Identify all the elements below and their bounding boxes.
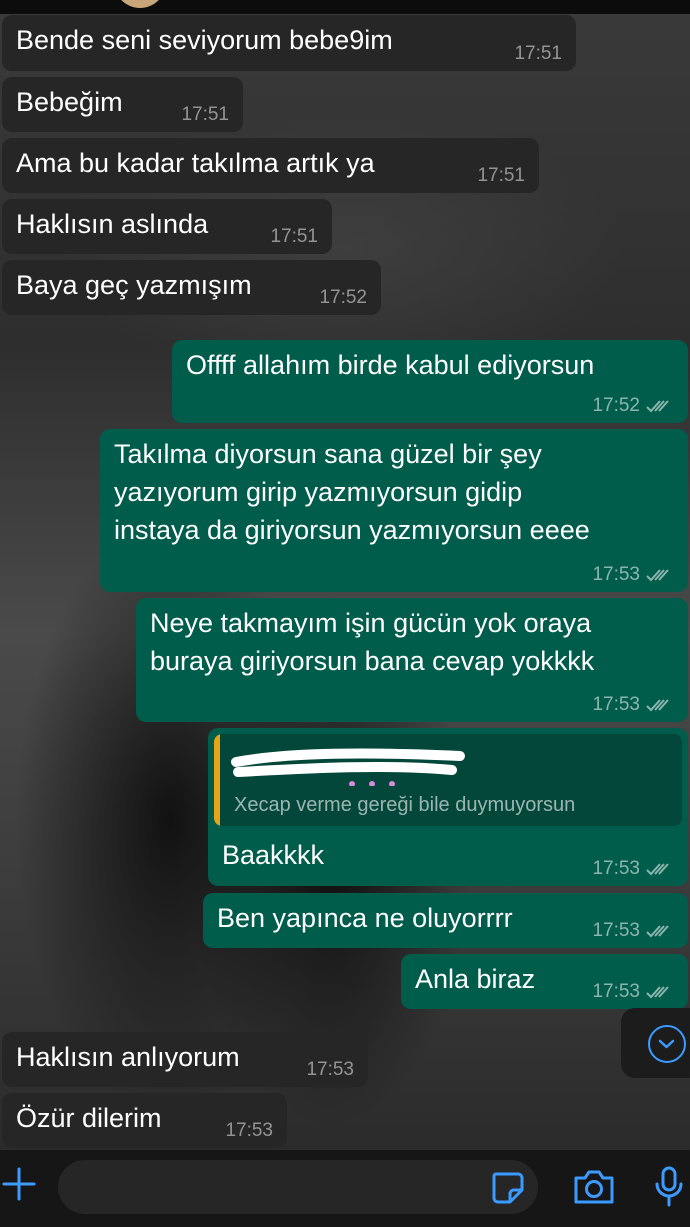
message-time: 17:52 — [592, 395, 640, 416]
message-text: Takılma diyorsun sana güzel bir şey yazı… — [114, 439, 590, 545]
message-time: 17:53 — [225, 1120, 273, 1141]
scroll-to-bottom-button[interactable] — [621, 1008, 690, 1078]
message-time: 17:53 — [592, 858, 640, 879]
double-check-icon — [646, 400, 669, 413]
message-text: Ama bu kadar takılma artık ya — [16, 148, 375, 178]
double-check-icon — [646, 569, 669, 582]
quoted-text: Xecap verme gereği bile duymuyorsun — [234, 794, 576, 816]
message-bubble-outgoing[interactable]: Takılma diyorsun sana güzel bir şey yazı… — [100, 429, 688, 592]
message-time: 17:53 — [592, 981, 640, 1002]
message-bubble-incoming[interactable]: Bebeğim 17:51 — [2, 77, 243, 132]
double-check-icon — [646, 925, 669, 938]
double-check-icon — [646, 699, 669, 712]
message-time: 17:51 — [477, 165, 525, 186]
camera-icon[interactable] — [572, 1168, 616, 1206]
double-check-icon — [646, 986, 669, 999]
message-bubble-outgoing[interactable]: Offff allahım birde kabul ediyorsun 17:5… — [172, 340, 688, 423]
message-text: Baya geç yazmışım — [16, 270, 252, 300]
message-bubble-incoming[interactable]: Haklısın anlıyorum 17:53 — [2, 1032, 368, 1087]
message-bubble-incoming[interactable]: Özür dilerim 17:53 — [2, 1093, 287, 1148]
message-text: Haklısın anlıyorum — [16, 1042, 240, 1072]
message-bubble-outgoing[interactable]: Ben yapınca ne oluyorrrr 17:53 — [203, 893, 688, 948]
message-time: 17:51 — [181, 104, 229, 125]
quoted-message[interactable]: Xecap verme gereği bile duymuyorsun — [214, 734, 682, 826]
message-text: Offff allahım birde kabul ediyorsun — [186, 350, 595, 380]
message-time: 17:53 — [592, 920, 640, 941]
redaction-scribble — [231, 748, 465, 786]
message-time: 17:52 — [319, 287, 367, 308]
message-time: 17:53 — [306, 1059, 354, 1080]
message-bubble-incoming[interactable]: Baya geç yazmışım 17:52 — [2, 260, 381, 315]
message-time: 17:53 — [592, 694, 640, 715]
message-bubble-incoming[interactable]: Haklısın aslında 17:51 — [2, 199, 332, 254]
message-time: 17:51 — [514, 43, 562, 64]
message-input[interactable] — [58, 1160, 538, 1214]
quote-accent-bar — [214, 734, 220, 826]
microphone-icon[interactable] — [654, 1166, 684, 1208]
chat-header-strip — [0, 0, 690, 14]
message-bubble-outgoing[interactable]: Anla biraz 17:53 — [401, 954, 688, 1009]
message-time: 17:51 — [270, 226, 318, 247]
message-text: Baakkkk — [222, 840, 325, 870]
double-check-icon — [646, 863, 669, 876]
message-bubble-outgoing[interactable]: Neye takmayım işin gücün yok oraya buray… — [136, 598, 688, 722]
sticker-icon[interactable] — [490, 1170, 526, 1206]
message-time: 17:53 — [592, 564, 640, 585]
message-text: Bende seni seviyorum bebe9im — [16, 25, 393, 55]
message-bubble-incoming[interactable]: Bende seni seviyorum bebe9im 17:51 — [2, 15, 576, 71]
message-bubble-outgoing-reply[interactable]: Xecap verme gereği bile duymuyorsun Baak… — [208, 728, 688, 886]
message-text: Neye takmayım işin gücün yok oraya buray… — [150, 608, 595, 676]
chevron-down-icon — [648, 1025, 686, 1063]
plus-icon[interactable] — [2, 1167, 36, 1201]
message-bubble-incoming[interactable]: Ama bu kadar takılma artık ya 17:51 — [2, 138, 539, 193]
